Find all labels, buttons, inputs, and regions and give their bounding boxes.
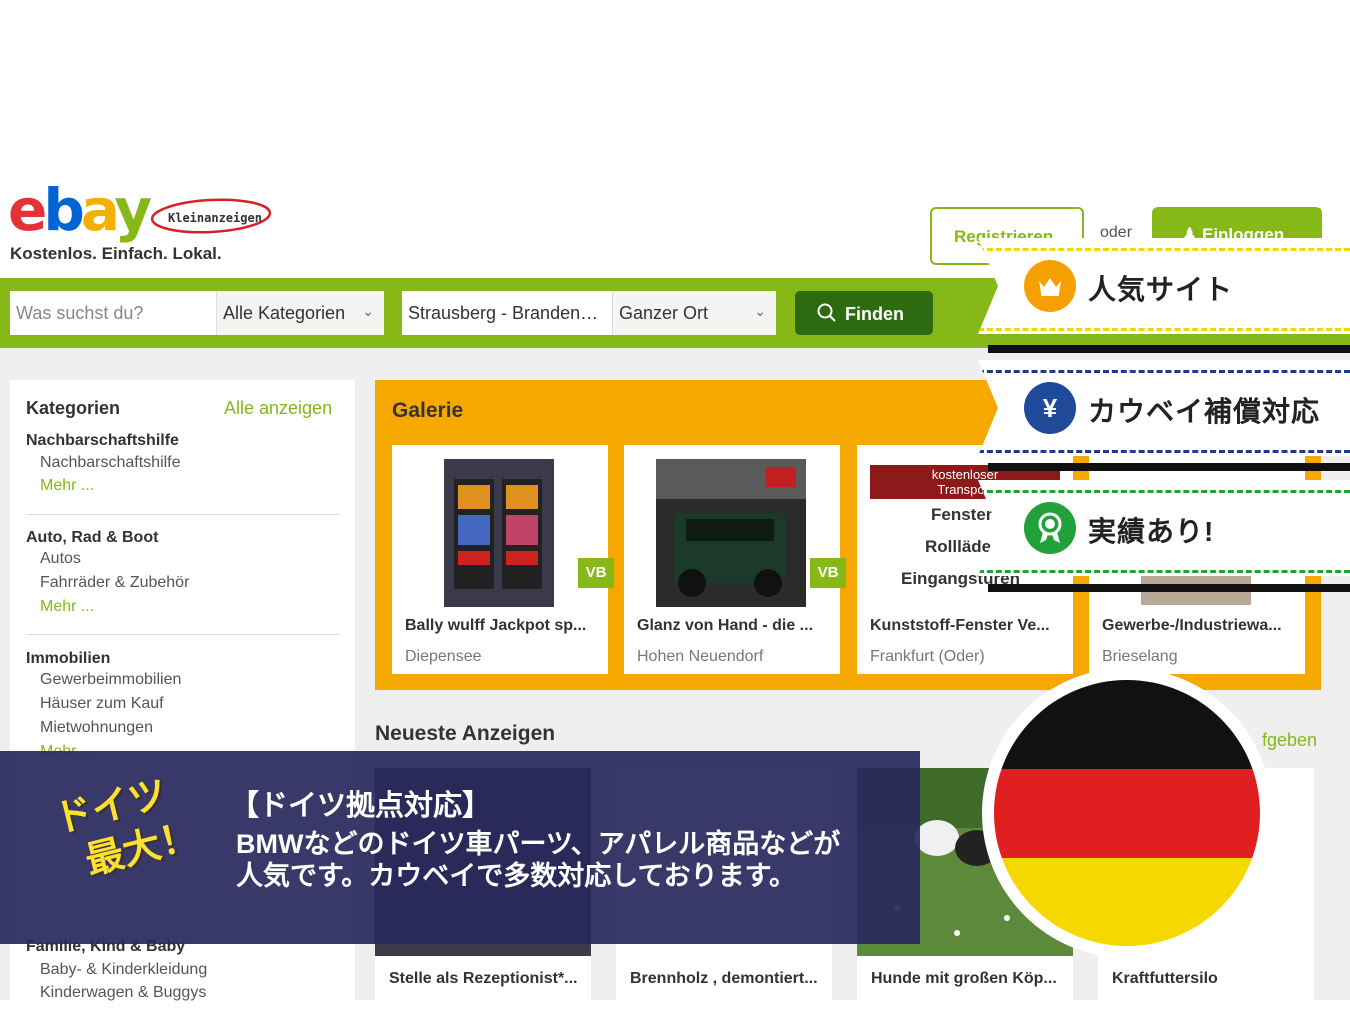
badge-border bbox=[978, 328, 1350, 331]
badge-border bbox=[978, 450, 1350, 453]
sidebar-item[interactable]: Gewerbeimmobilien bbox=[40, 671, 181, 689]
category-select[interactable]: Alle Kategorien ⌄ bbox=[216, 291, 384, 335]
divider-strip bbox=[988, 584, 1350, 592]
search-input[interactable]: Was suchst du? bbox=[10, 291, 216, 335]
card-location: Diepensee bbox=[405, 648, 482, 665]
search-icon bbox=[817, 303, 836, 322]
sidebar-category-nachbarschaftshilfe[interactable]: Nachbarschaftshilfe bbox=[26, 432, 179, 450]
badge-border bbox=[978, 570, 1350, 573]
badge-label: カウベイ補償対応 bbox=[1088, 396, 1321, 427]
yen-icon: ¥ bbox=[1024, 382, 1076, 434]
sidebar-more-link[interactable]: Mehr ... bbox=[40, 598, 94, 616]
badge-border bbox=[978, 490, 1350, 493]
badge-track-record: 実績あり! bbox=[978, 480, 1350, 576]
slot-machine-image bbox=[444, 459, 554, 607]
badge-border bbox=[978, 248, 1350, 251]
card-title: Gewerbe-/Industriewa... bbox=[1102, 617, 1282, 634]
ebay-logo[interactable]: ebay bbox=[8, 180, 152, 242]
divider-strip bbox=[988, 463, 1350, 471]
sidebar-title: Kategorien bbox=[26, 398, 121, 418]
badge-label: 実績あり! bbox=[1088, 516, 1215, 547]
listing-title: Brennholz , demontiert... bbox=[630, 970, 818, 987]
card-location: Hohen Neuendorf bbox=[637, 648, 764, 665]
sidebar-more-link[interactable]: Mehr ... bbox=[40, 477, 94, 495]
listing-title: Kraftfuttersilo bbox=[1112, 970, 1218, 987]
promo-text: BMWなどのドイツ車パーツ、アパレル商品などが 人気です。カウベイで多数対応して… bbox=[236, 828, 840, 892]
gallery-card[interactable]: VB Glanz von Hand - die ... Hohen Neuend… bbox=[624, 445, 846, 674]
award-ribbon-icon bbox=[1024, 502, 1076, 554]
sidebar-item[interactable]: Kinderwagen & Buggys bbox=[40, 984, 206, 1002]
sidebar-category-auto[interactable]: Auto, Rad & Boot bbox=[26, 529, 158, 547]
location-input[interactable]: Strausberg - Brandenburg bbox=[402, 291, 612, 335]
badge-popular: 人気サイト bbox=[978, 238, 1350, 334]
card-title: Bally wulff Jackpot sp... bbox=[405, 617, 587, 634]
sidebar-category-immobilien[interactable]: Immobilien bbox=[26, 650, 110, 668]
sidebar-item[interactable]: Autos bbox=[40, 550, 81, 568]
category-value: Alle Kategorien bbox=[223, 303, 346, 323]
gallery-card[interactable]: VB Bally wulff Jackpot sp... Diepensee bbox=[392, 445, 614, 674]
post-ad-link[interactable]: fgeben bbox=[1262, 730, 1317, 751]
newest-listings-title: Neueste Anzeigen bbox=[375, 722, 556, 745]
gallery-title: Galerie bbox=[392, 399, 464, 422]
germany-flag-icon bbox=[994, 680, 1260, 946]
card-location: Brieselang bbox=[1102, 648, 1178, 665]
listing-title: Hunde mit großen Köp... bbox=[871, 970, 1057, 987]
card-title: Kunststoff-Fenster Ve... bbox=[870, 617, 1050, 634]
promo-title: 【ドイツ拠点対応】 bbox=[230, 790, 492, 822]
sublogo-label: Kleinanzeigen bbox=[168, 211, 262, 225]
find-button[interactable]: Finden bbox=[795, 291, 933, 335]
crown-glyph-icon bbox=[1039, 278, 1061, 296]
vb-badge: VB bbox=[810, 558, 846, 588]
listing-title: Stelle als Rezeptionist*... bbox=[389, 970, 578, 987]
badge-guarantee: ¥ カウベイ補償対応 bbox=[978, 360, 1350, 456]
radius-select[interactable]: Ganzer Ort ⌄ bbox=[612, 291, 776, 335]
promo-line: 人気です。カウベイで多数対応しております。 bbox=[236, 861, 796, 891]
flag-stripe-red bbox=[994, 768, 1260, 858]
chevron-down-icon: ⌄ bbox=[754, 303, 766, 319]
logo-letter-a: a bbox=[80, 176, 118, 244]
badge-border bbox=[978, 370, 1350, 373]
crown-icon bbox=[1024, 260, 1076, 312]
promo-line: BMWなどのドイツ車パーツ、アパレル商品などが bbox=[236, 829, 841, 859]
sidebar-divider bbox=[26, 514, 340, 515]
card-location: Frankfurt (Oder) bbox=[870, 648, 985, 665]
show-all-link[interactable]: Alle anzeigen bbox=[224, 398, 332, 419]
logo-letter-b: b bbox=[43, 176, 84, 244]
find-label: Finden bbox=[845, 304, 904, 324]
sidebar-item[interactable]: Fahrräder & Zubehör bbox=[40, 574, 189, 592]
card-title: Glanz von Hand - die ... bbox=[637, 617, 814, 634]
logo-letter-e: e bbox=[8, 176, 47, 244]
chevron-down-icon: ⌄ bbox=[362, 303, 374, 319]
sidebar-divider bbox=[26, 634, 340, 635]
badge-label: 人気サイト bbox=[1088, 274, 1234, 305]
car-image bbox=[656, 459, 806, 607]
sidebar-item[interactable]: Häuser zum Kauf bbox=[40, 695, 164, 713]
tagline: Kostenlos. Einfach. Lokal. bbox=[10, 244, 222, 263]
ad-line: Fenster bbox=[931, 505, 993, 524]
sidebar-item[interactable]: Nachbarschaftshilfe bbox=[40, 454, 181, 472]
logo-letter-y: y bbox=[114, 176, 152, 244]
vb-badge: VB bbox=[578, 558, 614, 588]
radius-value: Ganzer Ort bbox=[619, 303, 709, 323]
award-glyph-icon bbox=[1038, 512, 1062, 543]
sidebar-item[interactable]: Baby- & Kinderkleidung bbox=[40, 961, 207, 979]
divider-strip bbox=[988, 345, 1350, 353]
sidebar-item[interactable]: Mietwohnungen bbox=[40, 719, 153, 737]
